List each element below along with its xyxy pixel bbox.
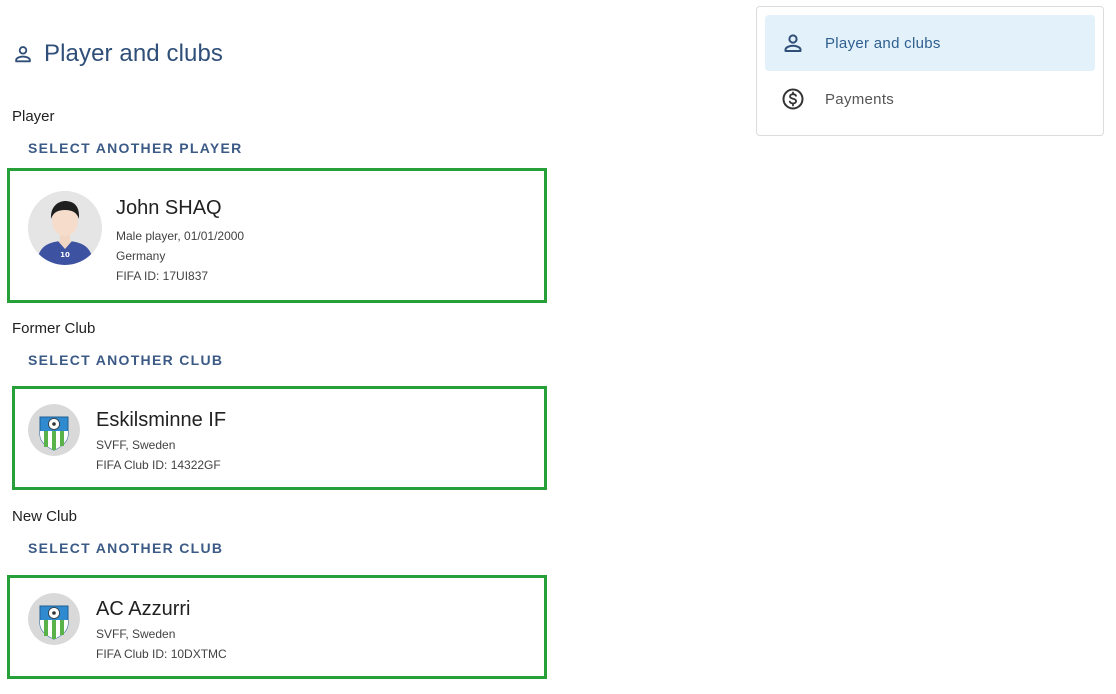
new-club-section-label: New Club [12,508,78,525]
new-club-card[interactable]: AC Azzurri SVFF, Sweden FIFA Club ID: 10… [7,575,547,679]
new-club-fifa-id: FIFA Club ID: 10DXTMC [96,647,227,661]
page-title-text: Player and clubs [44,40,224,67]
person-icon [12,43,34,65]
page-title: Player and clubs [12,40,223,68]
player-avatar-icon: 10 [28,191,102,265]
new-club-federation: SVFF, Sweden [96,627,176,641]
menu-item-player-and-clubs[interactable]: Player and clubs [765,15,1095,71]
former-club-federation: SVFF, Sweden [96,438,176,452]
player-country: Germany [116,249,166,263]
dollar-circle-icon [781,87,805,111]
menu-item-payments[interactable]: Payments [765,71,1095,127]
former-club-fifa-id: FIFA Club ID: 14322GF [96,458,221,472]
player-name: John SHAQ [116,197,222,219]
new-club-name: AC Azzurri [96,598,191,620]
menu-item-label: Payments [825,90,895,108]
player-details: Male player, 01/01/2000 [116,229,245,243]
club-crest-icon [28,593,80,645]
player-section-label: Player [12,108,55,125]
select-another-player-button[interactable]: SELECT ANOTHER PLAYER [28,140,243,156]
former-club-card[interactable]: Eskilsminne IF SVFF, Sweden FIFA Club ID… [12,386,547,490]
side-menu: Player and clubs Payments [756,6,1104,136]
select-another-former-club-button[interactable]: SELECT ANOTHER CLUB [28,352,223,368]
jersey-number: 10 [60,251,70,259]
menu-item-label: Player and clubs [825,34,941,52]
club-crest-icon [28,404,80,456]
player-fifa-id: FIFA ID: 17UI837 [116,269,209,283]
former-club-name: Eskilsminne IF [96,409,227,431]
person-icon [781,31,805,55]
player-card[interactable]: 10 John SHAQ Male player, 01/01/2000 Ger… [7,168,547,303]
select-another-new-club-button[interactable]: SELECT ANOTHER CLUB [28,540,223,556]
former-club-section-label: Former Club [12,320,96,337]
